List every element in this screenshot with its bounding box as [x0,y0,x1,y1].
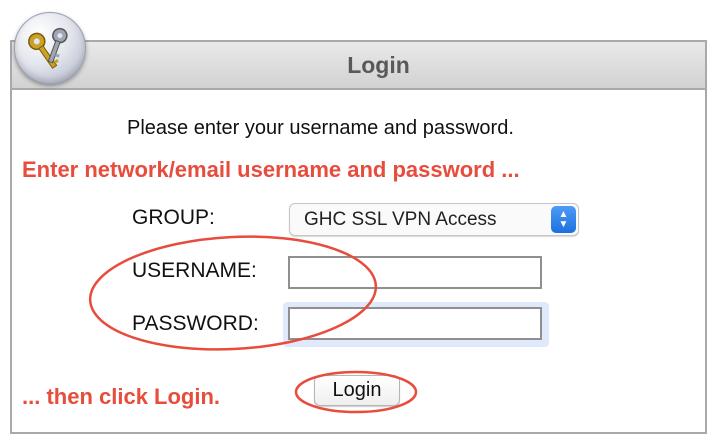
up-down-arrows-icon: ▲ ▼ [551,206,576,233]
password-input[interactable] [288,307,542,340]
keys-icon [14,12,86,84]
page-title: Login [347,52,410,78]
login-button[interactable]: Login [314,375,400,406]
instructions-text: Please enter your username and password. [127,117,514,139]
password-label: PASSWORD: [132,312,259,335]
title-bar: Login [12,42,705,90]
group-select-value: GHC SSL VPN Access [304,209,497,230]
username-input[interactable] [288,256,542,289]
hint-text-bottom: ... then click Login. [22,384,221,409]
username-label: USERNAME: [132,259,257,282]
group-label: GROUP: [132,206,215,229]
group-select[interactable]: GHC SSL VPN Access ▲ ▼ [289,203,579,236]
hint-text-top: Enter network/email username and passwor… [22,157,520,182]
